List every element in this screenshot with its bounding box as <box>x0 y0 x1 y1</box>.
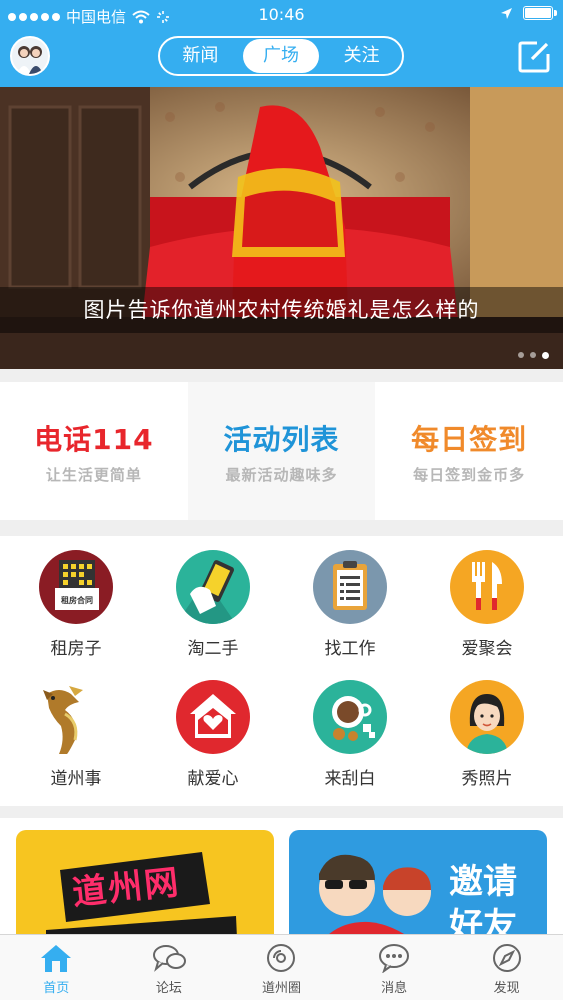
tab-label: 道州圈 <box>261 981 301 996</box>
service-grid: 租房合同 租房子 淘二手 找工作 爱聚会 道州事 献爱心 来刮白 秀照片 <box>0 536 563 806</box>
tab-forum[interactable]: 论坛 <box>113 935 226 1000</box>
tab-messages[interactable]: 消息 <box>338 935 451 1000</box>
tab-square[interactable]: 广场 <box>242 39 320 73</box>
grid-item-label: 淘二手 <box>187 639 239 659</box>
location-arrow-icon <box>501 7 512 19</box>
coffee-cup-icon <box>313 680 387 754</box>
status-time: 10:46 <box>258 5 305 24</box>
tab-label: 消息 <box>381 981 408 996</box>
daily-checkin-entry[interactable]: 每日签到 每日签到金币多 <box>375 382 563 520</box>
user-avatar[interactable] <box>10 36 50 76</box>
tab-discover[interactable]: 发现 <box>450 935 563 1000</box>
quick-entries: 电话114 让生活更简单 活动列表 最新活动趣味多 每日签到 每日签到金币多 <box>0 382 563 520</box>
compass-icon <box>492 944 521 972</box>
grid-item-daozhou-news[interactable]: 道州事 <box>6 666 146 796</box>
grid-item-party[interactable]: 爱聚会 <box>417 536 557 666</box>
banner-carousel[interactable]: 图片告诉你道州农村传统婚礼是怎么样的 <box>0 87 563 369</box>
promo-section: 道州网 邀请好友 <box>0 818 563 934</box>
grid-item-rent[interactable]: 租房合同 租房子 <box>6 536 146 666</box>
chat-bubbles-icon <box>152 945 186 972</box>
dragon-icon <box>39 680 113 754</box>
promo-card-daozhou[interactable]: 道州网 <box>16 830 274 934</box>
quick-entry-title: 活动列表 <box>223 422 340 456</box>
girl-avatar-icon <box>450 680 524 754</box>
header-tab-switcher: 新闻 广场 关注 <box>158 36 404 76</box>
rental-contract-icon: 租房合同 <box>39 550 113 624</box>
grid-item-label: 道州事 <box>50 769 102 789</box>
grid-item-charity[interactable]: 献爱心 <box>143 666 283 796</box>
home-icon <box>41 945 72 972</box>
grid-item-label: 献爱心 <box>187 769 239 789</box>
tab-daozhou-circle[interactable]: 道州圈 <box>225 935 338 1000</box>
clipboard-icon <box>313 550 387 624</box>
fork-knife-icon <box>450 550 524 624</box>
message-dots-icon <box>379 944 410 973</box>
phone-hand-icon <box>176 550 250 624</box>
tab-home[interactable]: 首页 <box>0 935 113 1000</box>
grid-item-photos[interactable]: 秀照片 <box>417 666 557 796</box>
compose-button[interactable] <box>517 40 551 74</box>
tab-label: 论坛 <box>155 981 182 996</box>
grid-item-label: 找工作 <box>324 639 376 659</box>
quick-entry-title: 电话114 <box>34 422 154 456</box>
activity-list-entry[interactable]: 活动列表 最新活动趣味多 <box>187 382 376 520</box>
tab-follow[interactable]: 关注 <box>323 39 400 73</box>
tab-label: 首页 <box>43 981 70 996</box>
status-bar: 中国电信 10:46 <box>0 0 563 30</box>
phone-114-entry[interactable]: 电话114 让生活更简单 <box>0 382 188 520</box>
grid-item-label: 来刮白 <box>324 769 376 789</box>
rental-contract-text: 租房合同 <box>61 596 93 605</box>
circle-disc-icon <box>267 944 296 972</box>
promo-card-invite[interactable]: 邀请好友 <box>289 830 547 934</box>
quick-entry-subtitle: 每日签到金币多 <box>413 465 526 484</box>
top-bar: 中国电信 10:46 新闻 广场 关注 <box>0 0 563 87</box>
banner-caption: 图片告诉你道州农村传统婚礼是怎么样的 <box>0 287 563 333</box>
grid-item-jobs[interactable]: 找工作 <box>280 536 420 666</box>
heart-house-icon <box>176 680 250 754</box>
grid-item-label: 租房子 <box>50 639 102 659</box>
bottom-tab-bar: 首页 论坛 道州圈 消息 发现 <box>0 934 563 1000</box>
quick-entry-subtitle: 让生活更简单 <box>45 465 142 484</box>
quick-entry-title: 每日签到 <box>411 422 528 456</box>
grid-item-label: 爱聚会 <box>461 639 513 659</box>
grid-item-label: 秀照片 <box>461 769 513 789</box>
battery-icon <box>523 6 557 20</box>
quick-entry-subtitle: 最新活动趣味多 <box>225 465 338 484</box>
banner-pager <box>518 352 549 359</box>
grid-item-chat[interactable]: 来刮白 <box>280 666 420 796</box>
promo-card-title: 邀请好友 <box>449 862 517 934</box>
tab-label: 发现 <box>493 981 520 996</box>
grid-item-secondhand[interactable]: 淘二手 <box>143 536 283 666</box>
tab-news[interactable]: 新闻 <box>162 39 239 73</box>
